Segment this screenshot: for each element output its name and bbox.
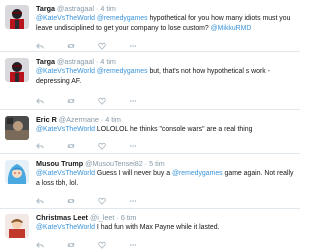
author-handle[interactable]: @Azermane [59,115,99,124]
tweet[interactable]: Musou Trump @MusouTensei82 · 5 tim @Kate… [0,154,300,209]
timestamp[interactable]: 4 tim [100,57,116,66]
more-icon[interactable] [129,142,137,150]
tweet-text: @KateVsTheWorld @remedygames but, that's… [36,67,296,86]
timestamp[interactable]: 5 tim [149,159,165,168]
reply-icon[interactable] [36,241,44,249]
mention-link[interactable]: @KateVsTheWorld [36,224,95,231]
separator-dot: · [95,57,99,66]
character-avatar-icon[interactable] [5,214,29,238]
armored-hero-avatar-icon[interactable] [5,5,29,29]
retweet-icon[interactable] [67,197,75,205]
author-name[interactable]: Targa [36,57,55,66]
like-icon[interactable] [98,241,106,249]
tweet-actions [36,241,137,249]
mention-link[interactable]: @KateVsTheWorld [36,68,95,75]
author-handle[interactable]: @astragaal [57,57,94,66]
author-name[interactable]: Musou Trump [36,159,83,168]
tweet-text: @KateVsTheWorld Guess I will never buy a… [36,169,296,188]
reply-icon[interactable] [36,142,44,150]
tweet[interactable]: Christmas Leet @i_leet · 6 tim @KateVsTh… [0,209,300,252]
like-icon[interactable] [98,42,106,50]
more-icon[interactable] [129,241,137,249]
text-segment: Guess I will never buy a [94,170,172,177]
mention-link[interactable]: @remedygames [97,15,148,22]
text-segment: I had fun with Max Payne while it lasted… [94,224,220,231]
retweet-icon[interactable] [67,142,75,150]
reply-icon[interactable] [36,97,44,105]
tweet[interactable]: Eric R @Azermane · 4 tim @KateVsTheWorld… [0,110,300,154]
more-icon[interactable] [129,197,137,205]
separator-dot: · [95,4,99,13]
photo-avatar-icon[interactable] [5,116,29,140]
tweet-text: @KateVsTheWorld I had fun with Max Payne… [36,223,296,233]
mention-link[interactable]: @remedygames [97,68,148,75]
separator-dot: · [144,159,148,168]
armored-hero-avatar-icon[interactable] [5,58,29,82]
mention-link[interactable]: @remedygames [172,170,223,177]
mention-link[interactable]: @KateVsTheWorld [36,15,95,22]
author-handle[interactable]: @astragaal [57,4,94,13]
separator-dot: · [116,213,119,222]
tweet-header: Targa @astragaal · 4 tim [36,4,296,13]
tweet-text: @KateVsTheWorld LOLOLOL he thinks "conso… [36,125,296,135]
tweet-header: Musou Trump @MusouTensei82 · 5 tim [36,159,296,168]
retweet-icon[interactable] [67,42,75,50]
tweet-text: @KateVsTheWorld @remedygames hypothetica… [36,14,296,33]
timestamp[interactable]: 6 tim [121,213,137,222]
blue-hair-character-avatar-icon[interactable] [5,160,29,184]
like-icon[interactable] [98,142,106,150]
retweet-icon[interactable] [67,241,75,249]
tweet-feed: Targa @astragaal · 4 tim @KateVsTheWorld… [0,0,300,252]
more-icon[interactable] [129,42,137,50]
author-handle[interactable]: @MusouTensei82 [85,159,143,168]
author-name[interactable]: Eric R [36,115,57,124]
like-icon[interactable] [98,97,106,105]
timestamp[interactable]: 4 tim [105,115,121,124]
mention-link[interactable]: @KateVsTheWorld [36,170,95,177]
timestamp[interactable]: 4 tim [100,4,116,13]
mention-link[interactable]: @KateVsTheWorld [36,126,95,133]
reply-icon[interactable] [36,42,44,50]
tweet-header: Eric R @Azermane · 4 tim [36,115,296,124]
tweet-header: Targa @astragaal · 4 tim [36,57,296,66]
tweet-actions [36,197,137,205]
tweet-actions [36,142,137,150]
tweet[interactable]: Targa @astragaal · 4 tim @KateVsTheWorld… [0,0,300,52]
like-icon[interactable] [98,197,106,205]
retweet-icon[interactable] [67,97,75,105]
author-name[interactable]: Targa [36,4,55,13]
mention-link[interactable]: @MikkuRMD [211,25,252,32]
text-segment: LOLOLOL he thinks "console wars" are a r… [94,126,253,133]
tweet-actions [36,97,137,105]
tweet[interactable]: Targa @astragaal · 4 tim @KateVsTheWorld… [0,52,300,110]
author-name[interactable]: Christmas Leet [36,213,88,222]
tweet-header: Christmas Leet @i_leet · 6 tim [36,213,296,222]
separator-dot: · [100,115,104,124]
author-handle[interactable]: @i_leet [90,213,114,222]
more-icon[interactable] [129,97,137,105]
reply-icon[interactable] [36,197,44,205]
tweet-actions [36,42,137,50]
